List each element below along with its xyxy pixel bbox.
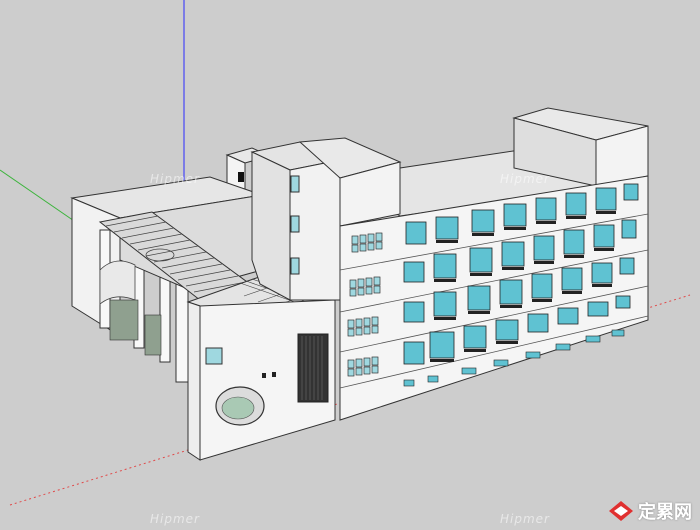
watermark-text: Hipmer — [500, 512, 550, 526]
small-window — [262, 373, 266, 378]
stair-window — [290, 257, 300, 275]
ground-glazing — [109, 299, 139, 341]
logo-text: 定累网 — [638, 502, 692, 523]
watermark-text: Hipmer — [150, 172, 200, 186]
watermark-text: Hipmer — [500, 172, 550, 186]
stair-window — [290, 175, 300, 193]
louver-panel — [297, 333, 329, 403]
front-wing-left-facade — [187, 301, 201, 461]
square-window — [205, 347, 223, 365]
stair-window — [290, 215, 300, 233]
green-axis-line — [0, 169, 81, 226]
logo-mark-icon — [609, 501, 633, 521]
building-model-render — [0, 0, 691, 506]
rear-core-window — [238, 172, 244, 182]
round-window-inner — [221, 396, 255, 420]
stair-tower-side — [251, 151, 291, 301]
model-viewport[interactable]: Hipmer Hipmer Hipmer Hipmer 定累网 — [0, 0, 700, 530]
ground-glazing — [144, 314, 162, 356]
watermark-text: Hipmer — [150, 512, 200, 526]
small-window — [272, 372, 276, 377]
site-logo: 定累网 — [608, 498, 692, 524]
